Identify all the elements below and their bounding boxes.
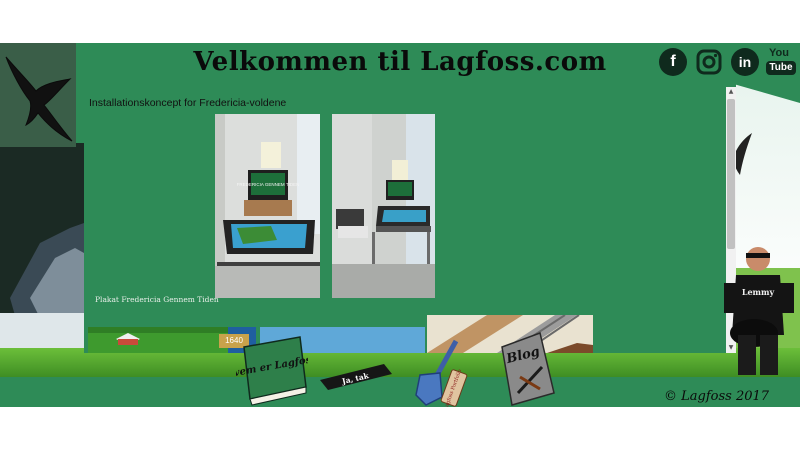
blog-link[interactable]: Blog [496, 331, 560, 407]
contact-phone-link[interactable]: Ja, tak [318, 362, 394, 392]
photo-2-drawing [332, 114, 435, 298]
installation-photo-2[interactable] [332, 114, 435, 298]
content-heading: Installationskoncept for Fredericia-vold… [89, 97, 287, 109]
linkedin-link[interactable]: in [731, 48, 759, 76]
lemmy-figure-image: Lemmy [724, 243, 800, 377]
copyright-text: © Lagfoss 2017 [664, 389, 770, 404]
linkedin-icon: in [738, 54, 752, 70]
phone-icon: Ja, tak [320, 364, 392, 390]
photo-screen-text: FREDERICIA GENNEM TIDEN [237, 182, 300, 187]
facebook-icon: f [670, 53, 676, 70]
phone-label: Ja, tak [340, 371, 370, 386]
about-book-link[interactable]: Hvem er Lagfoss? [223, 335, 324, 407]
content-panel[interactable]: Installationskoncept for Fredericia-vold… [84, 87, 736, 353]
scroll-up-icon[interactable]: ▲ [726, 87, 736, 97]
thumbnail-map-1640[interactable]: 1640 [88, 327, 256, 353]
shovel-icon: Lagfoss Portfolio [415, 339, 468, 407]
youtube-icon: Tube [766, 61, 796, 75]
instagram-icon [696, 49, 722, 75]
scroll-thumb[interactable] [727, 99, 735, 249]
content-caption: Plakat Fredericia Gennem Tiden [95, 295, 219, 304]
shirt-text: Lemmy [742, 287, 775, 297]
instagram-link[interactable] [695, 48, 723, 76]
youtube-icon-top: You [769, 47, 789, 59]
site-stage: Velkommen til Lagfoss.com f in You Tube … [0, 43, 800, 407]
lemmy-figure-drawing: Lemmy [724, 247, 794, 375]
photo-1-drawing: FREDERICIA GENNEM TIDEN [215, 114, 320, 298]
portfolio-tools-link[interactable]: Lagfoss Portfolio [408, 337, 474, 407]
installation-photo-1[interactable]: FREDERICIA GENNEM TIDEN [215, 114, 320, 298]
youtube-link[interactable]: You Tube [766, 47, 796, 77]
facebook-link[interactable]: f [659, 48, 687, 76]
blog-sign-icon: Blog [501, 332, 555, 406]
book-icon: Hvem er Lagfoss? [223, 336, 324, 406]
page-title: Velkommen til Lagfoss.com [193, 47, 607, 77]
